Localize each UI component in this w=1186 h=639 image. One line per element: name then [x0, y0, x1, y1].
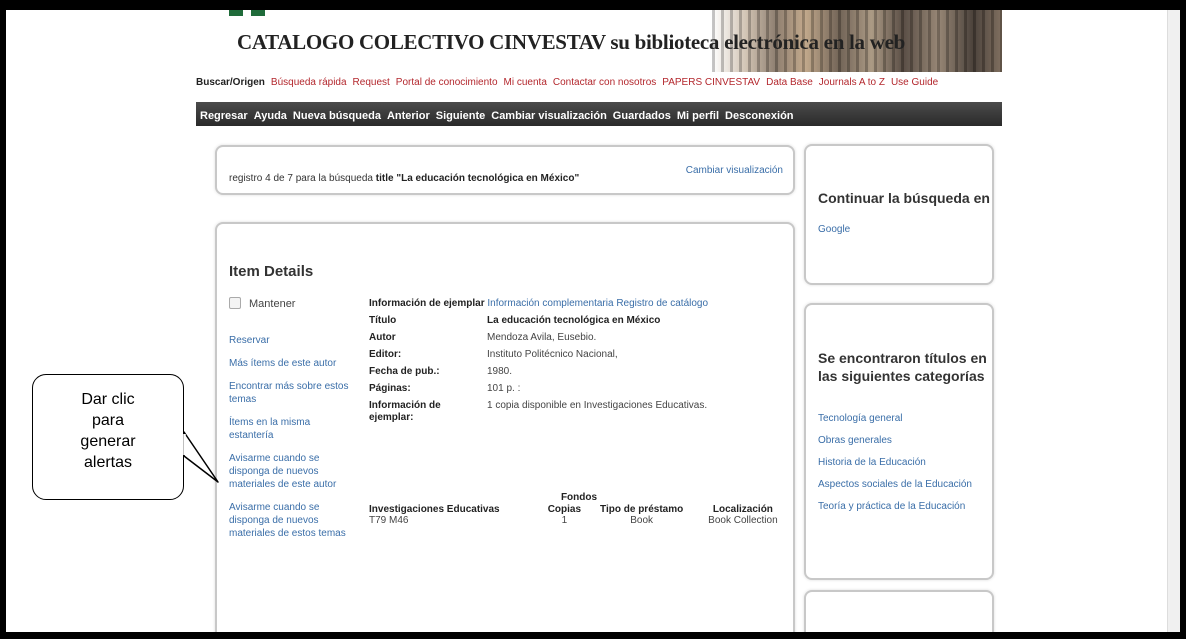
action-more-by-author[interactable]: Más ítems de este autor	[229, 357, 349, 370]
banner-title: CATALOGO COLECTIVO CINVESTAV su bibliote…	[237, 30, 905, 54]
category-link[interactable]: Historia de la Educación	[818, 457, 972, 479]
nav-desconexion[interactable]: Desconexión	[725, 110, 793, 122]
category-link[interactable]: Aspectos sociales de la Educación	[818, 479, 972, 501]
callout-line: alertas	[83, 454, 133, 471]
toplink-data-base[interactable]: Data Base	[766, 77, 813, 88]
record-query: title "La educación tecnológica en Méxic…	[375, 173, 580, 184]
callout-line: generar	[80, 433, 136, 450]
field-label: Información de ejemplar:	[369, 400, 441, 423]
categories-box: Se encontraron títulos en las siguientes…	[804, 303, 994, 580]
field-label: Fecha de pub.:	[369, 366, 440, 377]
toplink-busqueda-rapida[interactable]: Búsqueda rápida	[271, 77, 347, 88]
holdings-caption: Fondos	[560, 492, 598, 503]
field-row: Fecha de pub.: 1980.	[369, 366, 789, 378]
tab-item-info[interactable]: Información de ejemplar	[369, 298, 485, 309]
field-value: Instituto Politécnico Nacional,	[487, 349, 618, 360]
field-value[interactable]: Mendoza Avila, Eusebio.	[487, 332, 789, 344]
field-label: Páginas:	[369, 383, 411, 394]
record-position: registro 4 de 7 para la búsqueda title "…	[229, 173, 579, 184]
toplink-contactar[interactable]: Contactar con nosotros	[553, 77, 656, 88]
action-alert-topics[interactable]: Avisarme cuando se disponga de nuevos ma…	[229, 501, 349, 540]
field-label: Título	[369, 315, 397, 326]
field-value: 101 p. :	[487, 383, 521, 394]
catalog-banner: CATALOGO COLECTIVO CINVESTAV su bibliote…	[219, 10, 1002, 72]
table-row: T79 M46 1 Book Book Collection	[369, 515, 789, 526]
toplink-papers[interactable]: PAPERS CINVESTAV	[662, 77, 760, 88]
column-header: Investigaciones Educativas	[369, 504, 500, 515]
action-alert-author[interactable]: Avisarme cuando se disponga de nuevos ma…	[229, 452, 349, 491]
table-cell: T79 M46	[369, 515, 409, 526]
table-cell: 1	[561, 515, 568, 526]
field-row: Información de ejemplar: 1 copia disponib…	[369, 400, 789, 424]
details-tabs: Información de ejemplar Información comp…	[369, 298, 789, 310]
nav-cambiar-visualizacion[interactable]: Cambiar visualización	[491, 110, 607, 122]
toplink-use-guide[interactable]: Use Guide	[891, 77, 938, 88]
nav-regresar[interactable]: Regresar	[200, 110, 248, 122]
column-header: Copias	[547, 504, 582, 515]
vertical-scrollbar[interactable]	[1167, 10, 1180, 632]
nav-ayuda[interactable]: Ayuda	[254, 110, 287, 122]
logo-mark	[229, 10, 243, 16]
field-row: Editor: Instituto Politécnico Nacional,	[369, 349, 789, 361]
logo-mark-2	[251, 10, 265, 16]
table-cell: Book Collection	[708, 515, 778, 526]
action-same-shelf[interactable]: Ítems en la misma estantería	[229, 416, 349, 442]
continue-search-title: Continuar la búsqueda en	[818, 190, 990, 206]
nav-mi-perfil[interactable]: Mi perfil	[677, 110, 719, 122]
category-link[interactable]: Tecnología general	[818, 413, 972, 435]
holdings-table: Fondos Investigaciones Educativas Copias…	[369, 492, 789, 526]
toplink-mi-cuenta[interactable]: Mi cuenta	[504, 77, 547, 88]
field-value: La educación tecnológica en México	[487, 315, 661, 326]
field-value: 1 copia disponible en Investigaciones Ed…	[487, 400, 708, 411]
field-row: Páginas: 101 p. :	[369, 383, 789, 395]
nav-guardados[interactable]: Guardados	[613, 110, 671, 122]
item-details-box: Item Details Mantener Reservar Más ítems…	[215, 222, 795, 632]
main-nav-bar: Regresar Ayuda Nueva búsqueda Anterior Sigui…	[196, 102, 1002, 126]
toplink-buscar-origen[interactable]: Buscar/Origen	[196, 77, 265, 88]
holdings-grid: Investigaciones Educativas Copias Tipo d…	[369, 504, 789, 526]
keep-checkbox[interactable]	[229, 297, 241, 309]
action-more-on-topics[interactable]: Encontrar más sobre estos temas	[229, 380, 349, 406]
annotation-callout: Dar clic para generar alertas	[32, 374, 184, 500]
nav-siguiente[interactable]: Siguiente	[436, 110, 486, 122]
field-value: 1980.	[487, 366, 513, 377]
table-cell: Book	[630, 515, 654, 526]
toplink-journals[interactable]: Journals A to Z	[819, 77, 885, 88]
top-links-bar: Buscar/Origen Búsqueda rápida Request Porta…	[196, 77, 1002, 99]
field-label: Autor	[369, 332, 396, 343]
item-metadata: Información de ejemplar Información comp…	[369, 298, 789, 424]
keep-label: Mantener	[249, 298, 296, 310]
category-link[interactable]: Teoría y práctica de la Educación	[818, 501, 972, 523]
change-view-link[interactable]: Cambiar visualización	[686, 165, 783, 176]
extra-sidebar-box	[804, 590, 994, 632]
category-link[interactable]: Obras generales	[818, 435, 972, 457]
item-actions-list: Reservar Más ítems de este autor Encontr…	[229, 334, 349, 550]
column-header: Tipo de préstamo	[600, 504, 684, 515]
action-reservar[interactable]: Reservar	[229, 334, 349, 347]
keep-option[interactable]: Mantener	[229, 297, 295, 310]
nav-nueva-busqueda[interactable]: Nueva búsqueda	[293, 110, 381, 122]
categories-list: Tecnología general Obras generales Histo…	[818, 413, 972, 523]
field-row: Título La educación tecnológica en México	[369, 315, 789, 327]
google-link[interactable]: Google	[818, 224, 850, 235]
toplink-request[interactable]: Request	[353, 77, 390, 88]
toplink-portal[interactable]: Portal de conocimiento	[396, 77, 498, 88]
callout-line: Dar clic	[81, 391, 135, 408]
item-details-heading: Item Details	[229, 263, 314, 280]
column-header: Localización	[712, 504, 773, 515]
continue-search-box: Continuar la búsqueda en Google	[804, 144, 994, 285]
record-prefix: registro 4 de 7 para la búsqueda	[229, 173, 373, 184]
nav-anterior[interactable]: Anterior	[387, 110, 430, 122]
categories-title: Se encontraron títulos en las siguientes…	[818, 350, 987, 384]
field-row: Autor Mendoza Avila, Eusebio.	[369, 332, 789, 344]
table-header-row: Investigaciones Educativas Copias Tipo d…	[369, 504, 789, 515]
tab-complementary-info[interactable]: Información complementaria	[487, 298, 613, 309]
tab-catalog-record[interactable]: Registro de catálogo	[616, 298, 708, 309]
field-label: Editor:	[369, 349, 402, 360]
browser-viewport: CATALOGO COLECTIVO CINVESTAV su bibliote…	[6, 10, 1180, 632]
record-info-box: registro 4 de 7 para la búsqueda title "…	[215, 145, 795, 195]
callout-line: para	[91, 412, 125, 429]
